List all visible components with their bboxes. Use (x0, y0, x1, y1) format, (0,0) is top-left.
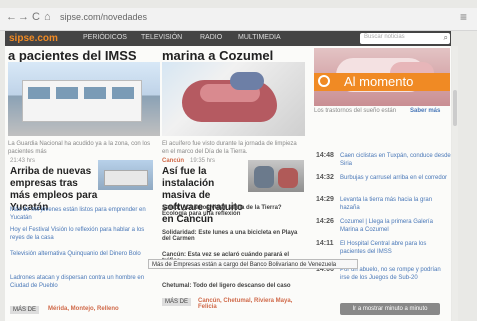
link-tooltip: Más de Empresas están a cargo del Banco … (148, 259, 358, 269)
momento-time-3: 14:29 (316, 196, 334, 203)
search-input[interactable]: Buscar noticias ⌕ (360, 33, 450, 44)
saber-mas-link[interactable]: Saber más (410, 107, 440, 115)
story-time-left: 21:43 hrs (10, 158, 36, 164)
page-scrollbar-track[interactable] (452, 46, 458, 321)
story-time-mid: 19:35 hrs (190, 158, 216, 164)
reload-icon[interactable]: C (32, 11, 40, 23)
site-logo[interactable]: sipse.com (9, 33, 58, 44)
story-thumbnail-mid[interactable] (248, 160, 304, 192)
nav-multimedia[interactable]: MULTIMEDIA (238, 34, 281, 41)
more-button-left[interactable]: MÁS DE (10, 306, 40, 314)
site-header: sipse.com PERIÓDICOS TELEVISIÓN RADIO MU… (5, 31, 451, 46)
address-bar[interactable]: sipse.com/novedades (60, 12, 147, 22)
momento-item-5[interactable]: El Hospital Central abre para los pacien… (340, 240, 452, 256)
home-icon[interactable]: ⌂ (44, 11, 51, 23)
page-scrollbar-thumb[interactable] (453, 90, 457, 126)
story-item-mid-4[interactable]: Chetumal: Todo del ligero descanso del c… (162, 283, 304, 289)
browser-menu-icon[interactable]: ≡ (460, 10, 467, 24)
momento-item-4[interactable]: Cozumel | Llega la primera Galería Marin… (340, 218, 452, 234)
story-tags-left[interactable]: Mérida, Montejo, Relleno (48, 306, 119, 312)
search-icon[interactable]: ⌕ (444, 33, 448, 43)
marine-image[interactable] (162, 62, 305, 136)
story-link-left-2[interactable]: Hoy el Festival Visión lo reflexión para… (10, 226, 152, 242)
momento-item-2[interactable]: Burbujas y carrusel arriba en el corredo… (340, 174, 452, 182)
story-tag-mid[interactable]: Cancún (162, 158, 184, 164)
story-link-left-1[interactable]: Más de mil jóvenes están listos para emp… (10, 206, 152, 222)
headline-mid[interactable]: marina a Cozumel (162, 48, 273, 63)
caption-right: Los trastornos del sueño están (314, 108, 397, 114)
story-item-mid-2[interactable]: Solidaridad: Este lunes a una bicicleta … (162, 230, 304, 242)
momento-time-2: 14:32 (316, 174, 334, 181)
story-tags-mid[interactable]: Cancún, Chetumal, Riviera Maya, Felicia (198, 298, 304, 310)
momento-more-button[interactable]: Ir a mostrar minuto a minuto (340, 303, 440, 315)
al-momento-title: Al momento (344, 74, 414, 89)
caption-left: La Guardia Nacional ha acudido ya a la z… (8, 141, 151, 155)
story-thumbnail-left[interactable] (98, 160, 153, 190)
momento-time-4: 14:26 (316, 218, 334, 225)
momento-item-1[interactable]: Caen ciclistas en Tuxpán, conduce desde … (340, 152, 452, 168)
story-title-mid[interactable]: Así fue la instalación masiva de softwar… (162, 166, 248, 226)
story-link-left-4[interactable]: Ladrones atacan y dispersan contra un ho… (10, 274, 152, 290)
caption-mid: El acuífero fue visto durante la jornada… (162, 141, 297, 155)
momento-item-3[interactable]: Levanta la tierra más hacia la gran haza… (340, 196, 452, 212)
nav-periodicos[interactable]: PERIÓDICOS (83, 34, 127, 41)
nav-television[interactable]: TELEVISIÓN (141, 34, 182, 41)
story-item-mid-1[interactable]: Salud: ¿Cuántos verán el día de la Tierr… (162, 205, 304, 217)
back-arrow-icon[interactable]: ← (6, 11, 17, 23)
more-button-mid[interactable]: MÁS DE (162, 298, 192, 306)
momento-time-1: 14:48 (316, 152, 334, 159)
story-link-left-3[interactable]: Televisión alternativa Quinquanio del Di… (10, 250, 152, 258)
nav-radio[interactable]: RADIO (200, 34, 222, 41)
forward-arrow-icon[interactable]: → (18, 11, 29, 23)
hospital-image[interactable] (8, 62, 160, 136)
momento-time-5: 14:11 (316, 240, 334, 247)
clock-icon (318, 75, 330, 87)
headline-left[interactable]: a pacientes del IMSS (8, 48, 137, 63)
browser-toolbar: ← → C ⌂ sipse.com/novedades ≡ (0, 8, 477, 31)
search-placeholder: Buscar noticias (364, 34, 405, 40)
al-momento-header: Al momento (314, 73, 450, 91)
